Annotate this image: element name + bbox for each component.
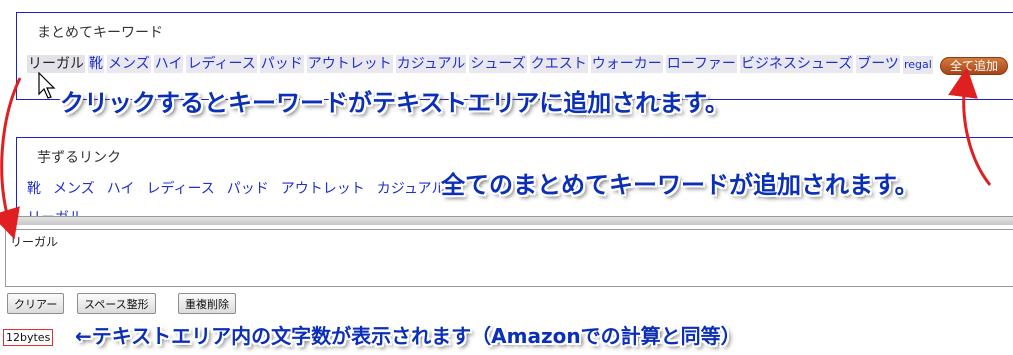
arrow-to-add-all-button xyxy=(948,67,992,186)
annotation-click-note: クリックするとキーワードがテキストエリアに追加されます。 xyxy=(60,89,729,117)
mouse-pointer-icon xyxy=(38,72,56,99)
annotation-count-note: ←テキストエリア内の文字数が表示されます（Amazonでの計算と同等） xyxy=(75,324,741,348)
annotation-all-note: 全てのまとめてキーワードが追加されます。 xyxy=(441,171,919,199)
arrow-to-textarea xyxy=(0,77,22,240)
